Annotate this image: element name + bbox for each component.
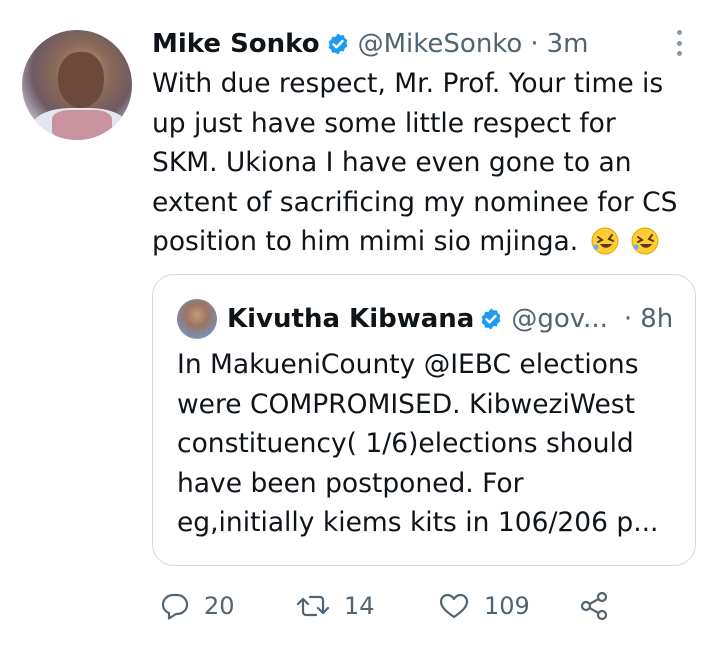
tweet-text-line: With due respect, Mr. Prof. Your time is — [152, 68, 664, 99]
rolling-on-floor-laughing-emoji — [591, 227, 619, 255]
quoted-tweet-text: In MakueniCounty @IEBC elections were CO… — [177, 345, 687, 543]
reply-count: 20 — [204, 592, 235, 620]
quoted-author-avatar — [177, 299, 217, 339]
author-handle[interactable]: @MikeSonko — [358, 29, 523, 59]
retweet-button[interactable]: 14 — [296, 588, 375, 624]
rolling-on-floor-laughing-emoji — [631, 227, 659, 255]
verified-badge-icon — [479, 307, 503, 331]
reply-button[interactable]: 20 — [160, 588, 235, 624]
share-icon — [578, 590, 610, 622]
tweet-text-line: up just have some little respect for — [152, 107, 616, 139]
separator-dot: · — [623, 304, 633, 334]
verified-badge-icon — [326, 32, 350, 56]
quoted-author-handle: @gov... — [511, 304, 608, 334]
heart-icon — [438, 591, 470, 621]
tweet-actions-bar: 20 14 109 — [152, 588, 632, 624]
author-name[interactable]: Mike Sonko — [152, 29, 320, 59]
like-count: 109 — [484, 592, 530, 620]
more-vertical-icon[interactable] — [668, 28, 690, 58]
tweet-text: With due respect, Mr. Prof. Your time is… — [152, 64, 700, 262]
retweet-count: 14 — [344, 592, 375, 620]
quoted-tweet-card[interactable]: Kivutha Kibwana @gov... · 8h In MakueniC… — [152, 274, 696, 566]
tweet-text-line: SKM. Ukiona I have even gone to an — [152, 147, 632, 178]
tweet-header: Mike Sonko @MikeSonko · 3m — [152, 27, 588, 61]
quoted-text-line: were COMPROMISED. KibweziWest — [177, 388, 635, 420]
tweet-text-line: extent of sacrificing my nominee for CS — [152, 186, 678, 218]
tweet-text-line-last: position to him mimi sio mjinga. — [152, 222, 700, 262]
tweet-timestamp[interactable]: 3m — [547, 29, 589, 59]
quoted-tweet-header: Kivutha Kibwana @gov... · 8h — [227, 301, 673, 337]
quoted-text-line: eg,initially kiems kits in 106/206 p... — [177, 507, 659, 538]
separator-dot: · — [530, 29, 539, 59]
quoted-text-line: In MakueniCounty @IEBC elections — [177, 349, 639, 380]
retweet-icon — [296, 591, 330, 621]
share-button[interactable] — [578, 588, 610, 624]
like-button[interactable]: 109 — [438, 588, 530, 624]
quoted-tweet-timestamp: 8h — [640, 304, 674, 334]
author-avatar[interactable] — [22, 30, 132, 140]
quoted-text-line: constituency( 1/6)elections should — [177, 428, 634, 459]
reply-icon — [160, 591, 190, 621]
tweet-text-line: position to him mimi sio mjinga. — [152, 226, 579, 257]
quoted-text-line: have been postponed. For — [177, 467, 524, 499]
quoted-author-name: Kivutha Kibwana — [227, 304, 475, 334]
